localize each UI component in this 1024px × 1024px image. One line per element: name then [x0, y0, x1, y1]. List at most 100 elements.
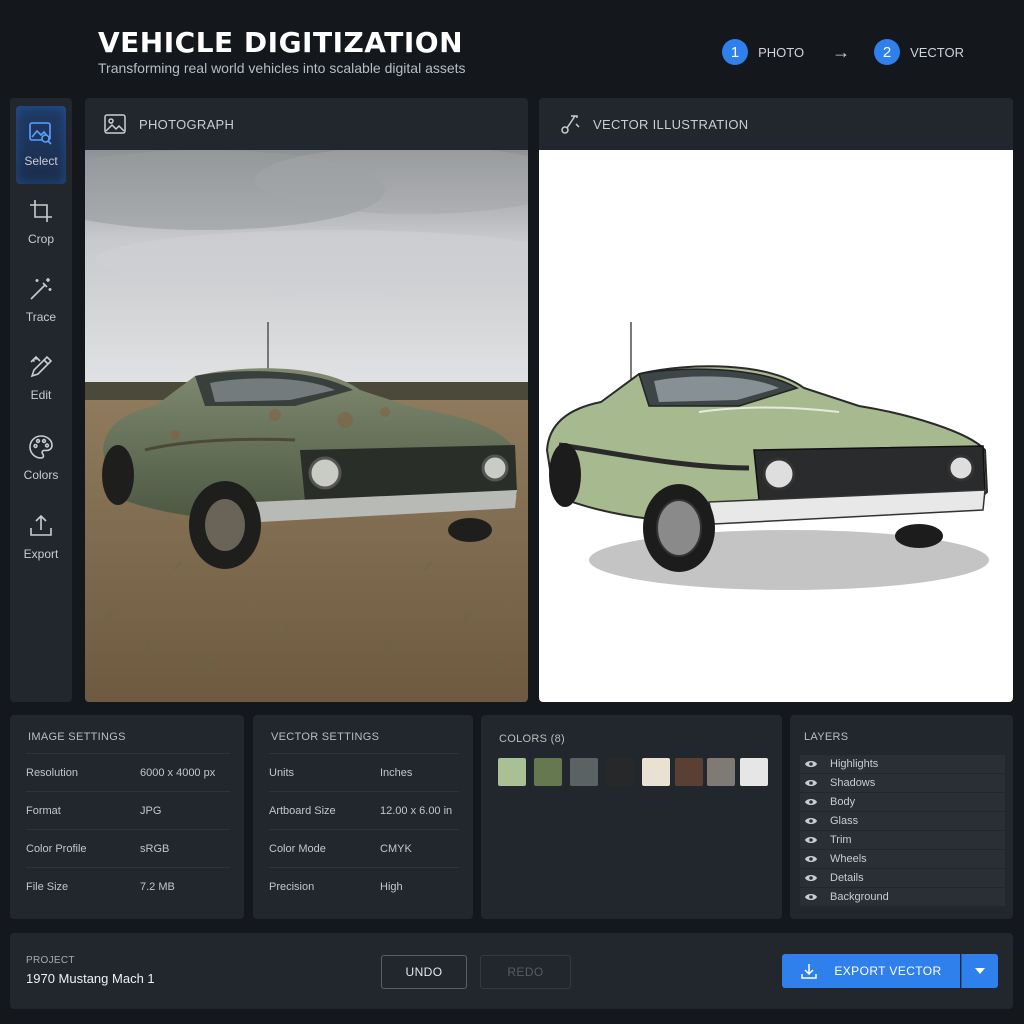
color-swatch[interactable] — [498, 758, 526, 786]
setting-value: CMYK — [380, 842, 412, 855]
layer-name: Wheels — [830, 853, 867, 865]
setting-key: Color Profile — [26, 842, 87, 855]
eye-icon[interactable] — [804, 816, 818, 826]
redo-button[interactable]: REDO — [480, 955, 571, 989]
setting-value: 6000 x 4000 px — [140, 766, 216, 779]
image-icon — [104, 114, 126, 134]
mustang-photo-image — [85, 146, 528, 702]
step-2-number: 2 — [874, 39, 901, 65]
image-search-icon — [29, 122, 52, 145]
download-icon — [801, 964, 818, 979]
image-settings-card: IMAGE SETTINGS Resolution 6000 x 4000 px … — [10, 715, 244, 919]
vector-illustration[interactable] — [539, 150, 1013, 702]
tool-colors-label: Colors — [23, 468, 59, 482]
layer-item[interactable]: Details — [800, 869, 1005, 887]
app-header: VEHICLE DIGITIZATION Transforming real w… — [0, 0, 1024, 96]
layer-item[interactable]: Background — [800, 888, 1005, 906]
layer-name: Details — [830, 872, 864, 884]
vector-panel-header: VECTOR ILLUSTRATION — [539, 98, 1013, 150]
color-swatch[interactable] — [642, 758, 670, 786]
layer-item[interactable]: Trim — [800, 831, 1005, 849]
setting-row: Color Mode CMYK — [269, 829, 459, 867]
color-swatch[interactable] — [570, 758, 598, 786]
photograph-panel: PHOTOGRAPH — [85, 98, 528, 702]
eye-icon[interactable] — [804, 835, 818, 845]
colors-card: COLORS (8) — [481, 715, 782, 919]
source-photograph[interactable] — [85, 146, 528, 702]
vector-settings-card: VECTOR SETTINGS Units Inches Artboard Siz… — [253, 715, 473, 919]
tool-edit-label: Edit — [30, 388, 52, 402]
upload-icon — [30, 514, 52, 536]
layer-item[interactable]: Highlights — [800, 755, 1005, 773]
photograph-panel-title: PHOTOGRAPH — [139, 116, 235, 132]
vector-panel: VECTOR ILLUSTRATION — [539, 98, 1013, 702]
tool-crop[interactable]: Crop — [16, 184, 66, 262]
eye-icon[interactable] — [804, 854, 818, 864]
tool-export[interactable]: Export — [16, 499, 66, 577]
tool-export-label: Export — [23, 547, 59, 561]
setting-key: Units — [269, 766, 295, 779]
palette-icon — [29, 435, 53, 459]
step-2-label: VECTOR — [910, 44, 964, 60]
layer-name: Body — [830, 796, 856, 808]
vector-settings-title: VECTOR SETTINGS — [271, 731, 380, 743]
export-vector-button[interactable]: EXPORT VECTOR — [782, 954, 960, 988]
tool-trace-label: Trace — [25, 310, 57, 324]
eye-icon[interactable] — [804, 778, 818, 788]
tool-crop-label: Crop — [27, 232, 54, 246]
setting-key: Format — [26, 804, 61, 817]
color-swatch[interactable] — [740, 758, 768, 786]
setting-value: sRGB — [140, 842, 170, 855]
color-swatch[interactable] — [534, 758, 562, 786]
eye-icon[interactable] — [804, 873, 818, 883]
pen-ruler-icon — [30, 355, 53, 378]
setting-value: 7.2 MB — [140, 880, 175, 893]
tool-colors[interactable]: Colors — [16, 420, 66, 498]
export-vector-label: EXPORT VECTOR — [834, 964, 942, 978]
color-swatch[interactable] — [675, 758, 703, 786]
tool-trace[interactable]: Trace — [16, 262, 66, 340]
step-1-number: 1 — [722, 39, 749, 65]
image-settings-title: IMAGE SETTINGS — [28, 731, 126, 743]
magic-wand-icon — [30, 278, 52, 300]
eye-icon[interactable] — [804, 892, 818, 902]
project-label: PROJECT — [26, 955, 75, 966]
workflow-steps: 1 PHOTO → 2 VECTOR — [722, 39, 964, 65]
project-name: 1970 Mustang Mach 1 — [26, 971, 155, 986]
setting-row: Resolution 6000 x 4000 px — [26, 753, 230, 791]
setting-key: Resolution — [26, 766, 78, 779]
vector-panel-title: VECTOR ILLUSTRATION — [593, 116, 749, 132]
photograph-panel-header: PHOTOGRAPH — [85, 98, 528, 150]
setting-row: File Size 7.2 MB — [26, 867, 230, 905]
eye-icon[interactable] — [804, 759, 818, 769]
tool-sidebar: Select Crop Trace Edit Colors Export — [10, 98, 72, 702]
setting-key: File Size — [26, 880, 69, 893]
step-arrow-icon: → — [832, 41, 851, 62]
color-swatch[interactable] — [606, 758, 634, 786]
layer-item[interactable]: Glass — [800, 812, 1005, 830]
setting-key: Precision — [269, 880, 315, 893]
step-1-label: PHOTO — [758, 44, 805, 60]
footer-bar: PROJECT 1970 Mustang Mach 1 UNDO REDO EX… — [10, 933, 1013, 1009]
crop-icon — [30, 200, 52, 222]
export-options-dropdown[interactable] — [961, 954, 998, 988]
setting-key: Color Mode — [269, 842, 326, 855]
layer-name: Highlights — [830, 758, 879, 770]
eye-icon[interactable] — [804, 797, 818, 807]
color-swatch[interactable] — [707, 758, 735, 786]
bezier-pen-icon — [561, 115, 580, 134]
setting-value: High — [380, 880, 403, 893]
layer-item[interactable]: Wheels — [800, 850, 1005, 868]
layer-item[interactable]: Body — [800, 793, 1005, 811]
setting-row: Format JPG — [26, 791, 230, 829]
layer-name: Trim — [830, 834, 852, 846]
setting-row: Precision High — [269, 867, 459, 905]
tool-select[interactable]: Select — [16, 106, 66, 184]
colors-title: COLORS (8) — [499, 733, 565, 745]
layers-title: LAYERS — [804, 731, 849, 743]
caret-down-icon — [975, 968, 985, 974]
page-subtitle: Transforming real world vehicles into sc… — [98, 60, 466, 76]
undo-button[interactable]: UNDO — [381, 955, 467, 989]
tool-edit[interactable]: Edit — [16, 340, 66, 418]
layer-item[interactable]: Shadows — [800, 774, 1005, 792]
